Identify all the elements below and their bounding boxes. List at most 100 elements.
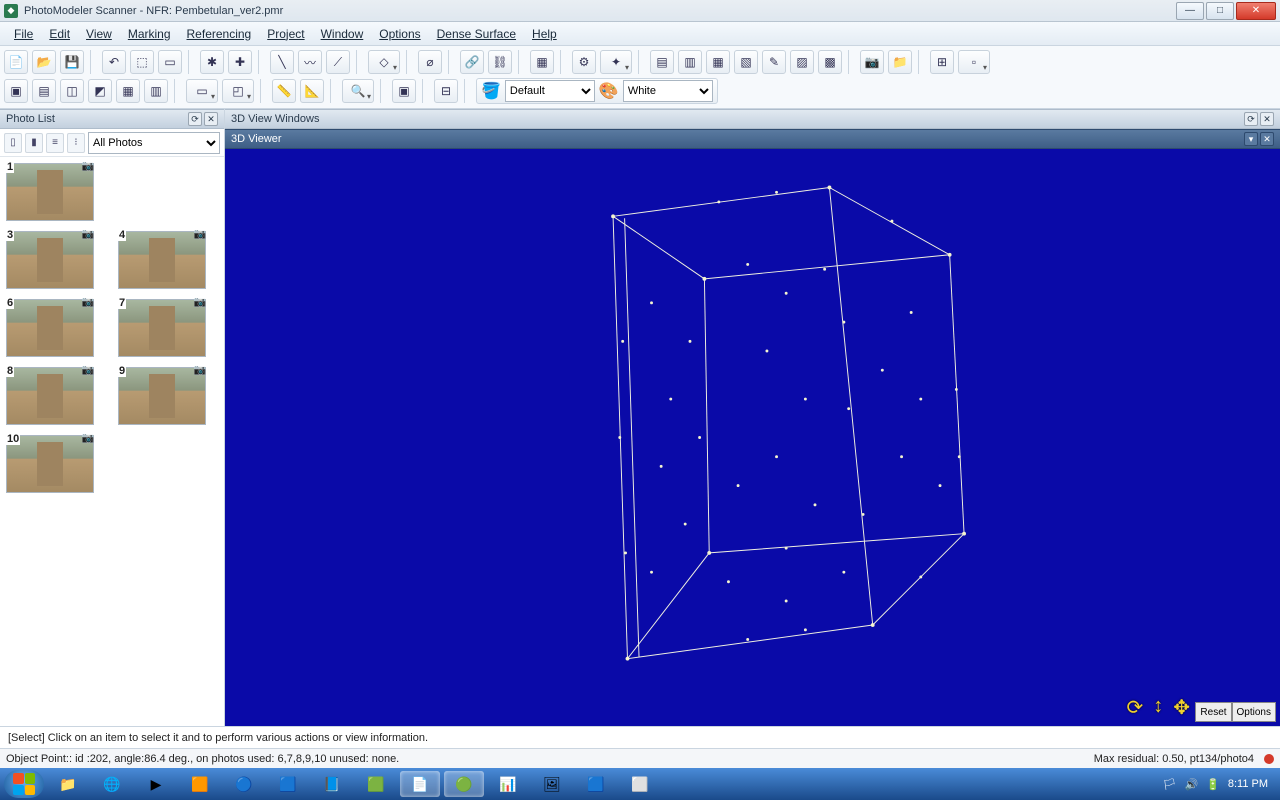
3d-close-icon[interactable]: ✕ (1260, 112, 1274, 126)
thumb-7[interactable]: 7📷 (118, 299, 206, 357)
grid1-icon[interactable]: ▤ (650, 50, 674, 74)
task-app7-icon[interactable]: 🖼 (532, 771, 572, 797)
table-icon[interactable]: ⊞ (930, 50, 954, 74)
ruler-icon[interactable]: 📏 (272, 79, 296, 103)
thumb-small-icon[interactable]: ▯ (4, 133, 22, 153)
grid2-icon[interactable]: ▥ (678, 50, 702, 74)
options-button[interactable]: Options (1232, 702, 1276, 722)
zoom-dropdown-icon[interactable]: 🔍 (342, 79, 374, 103)
start-button[interactable] (4, 770, 44, 798)
thumb-list-icon[interactable]: ≡ (46, 133, 64, 153)
table2-icon[interactable]: ⊟ (434, 79, 458, 103)
grid6-icon[interactable]: ▩ (818, 50, 842, 74)
menu-marking[interactable]: Marking (120, 25, 179, 43)
thumb-4[interactable]: 4📷 (118, 231, 206, 289)
pan-vertical-icon[interactable]: ↕ (1153, 695, 1163, 720)
menu-dense-surface[interactable]: Dense Surface (429, 25, 524, 43)
vis1-icon[interactable]: ▣ (4, 79, 28, 103)
select-icon[interactable]: ⬚ (130, 50, 154, 74)
thumb-large-icon[interactable]: ▮ (25, 133, 43, 153)
task-app5-icon[interactable]: 🟩 (356, 771, 396, 797)
paint-icon[interactable]: 🪣 (481, 81, 501, 101)
thumb-8[interactable]: 8📷 (6, 367, 94, 425)
thumb-detail-icon[interactable]: ⁝ (67, 133, 85, 153)
clock[interactable]: 8:11 PM (1228, 778, 1268, 790)
task-word-icon[interactable]: 📄 (400, 771, 440, 797)
thumb-9[interactable]: 9📷 (118, 367, 206, 425)
menu-window[interactable]: Window (313, 25, 372, 43)
material-select[interactable]: Default (505, 80, 595, 102)
orbit-icon[interactable]: ⟳ (1126, 695, 1143, 720)
unlink-icon[interactable]: ⛓ (488, 50, 512, 74)
panel-pin-icon[interactable]: ⟳ (188, 112, 202, 126)
window-icon[interactable]: ▣ (392, 79, 416, 103)
more-dropdown-icon[interactable]: ▫ (958, 50, 990, 74)
menu-referencing[interactable]: Referencing (179, 25, 260, 43)
3d-max-icon[interactable]: ✕ (1260, 132, 1274, 146)
region-select-icon[interactable]: ▭ (158, 50, 182, 74)
menu-options[interactable]: Options (371, 25, 428, 43)
shape-dropdown-icon[interactable]: ◇ (368, 50, 400, 74)
menu-edit[interactable]: Edit (41, 25, 78, 43)
add-point-icon[interactable]: ✚ (228, 50, 252, 74)
maximize-button[interactable]: □ (1206, 2, 1234, 20)
task-app1-icon[interactable]: 🟧 (180, 771, 220, 797)
line-icon[interactable]: ╲ (270, 50, 294, 74)
thumb-10[interactable]: 10📷 (6, 435, 94, 493)
3d-refresh-icon[interactable]: ⟳ (1244, 112, 1258, 126)
curve-icon[interactable]: 〰 (298, 50, 322, 74)
folder-icon[interactable]: 📁 (888, 50, 912, 74)
surface-icon[interactable]: ▦ (530, 50, 554, 74)
undo-icon[interactable]: ↶ (102, 50, 126, 74)
window-dropdown-icon[interactable]: ◰ (222, 79, 254, 103)
grid5-icon[interactable]: ▨ (790, 50, 814, 74)
minimize-button[interactable]: — (1176, 2, 1204, 20)
vis3-icon[interactable]: ◫ (60, 79, 84, 103)
task-app4-icon[interactable]: 📘 (312, 771, 352, 797)
pencil-icon[interactable]: ✎ (762, 50, 786, 74)
menu-help[interactable]: Help (524, 25, 565, 43)
menu-project[interactable]: Project (259, 25, 312, 43)
task-ie-icon[interactable]: 🌐 (92, 771, 132, 797)
new-icon[interactable]: 📄 (4, 50, 28, 74)
tray-net-icon[interactable]: 🔊 (1184, 778, 1198, 791)
vis2-icon[interactable]: ▤ (32, 79, 56, 103)
menu-file[interactable]: File (6, 25, 41, 43)
task-media-icon[interactable]: ▶ (136, 771, 176, 797)
reset-button[interactable]: Reset (1195, 702, 1231, 722)
color-select[interactable]: White (623, 80, 713, 102)
menu-view[interactable]: View (78, 25, 120, 43)
photo-filter-select[interactable]: All Photos (88, 132, 220, 154)
3d-menu-icon[interactable]: ▾ (1244, 132, 1258, 146)
task-explorer-icon[interactable]: 📁 (48, 771, 88, 797)
task-app2-icon[interactable]: 🔵 (224, 771, 264, 797)
tray-battery-icon[interactable]: 🔋 (1206, 778, 1220, 791)
cylinder-icon[interactable]: ⌀ (418, 50, 442, 74)
task-app8-icon[interactable]: 🟦 (576, 771, 616, 797)
ruler2-icon[interactable]: 📐 (300, 79, 324, 103)
save-icon[interactable]: 💾 (60, 50, 84, 74)
close-button[interactable]: ✕ (1236, 2, 1276, 20)
tray-flag-icon[interactable]: 🏳 (1162, 778, 1176, 791)
task-app9-icon[interactable]: ⬜ (620, 771, 660, 797)
point-mode-icon[interactable]: ✱ (200, 50, 224, 74)
vis5-icon[interactable]: ▦ (116, 79, 140, 103)
thumb-6[interactable]: 6📷 (6, 299, 94, 357)
panel-close-icon[interactable]: ✕ (204, 112, 218, 126)
pan-icon[interactable]: ✥ (1173, 695, 1190, 720)
layout-dropdown-icon[interactable]: ▭ (186, 79, 218, 103)
grid4-icon[interactable]: ▧ (734, 50, 758, 74)
task-photomodeler-icon[interactable]: 🟢 (444, 771, 484, 797)
task-app3-icon[interactable]: 🟦 (268, 771, 308, 797)
palette-icon[interactable]: 🎨 (599, 81, 619, 101)
edge-icon[interactable]: ⟋ (326, 50, 350, 74)
vis6-icon[interactable]: ▥ (144, 79, 168, 103)
vis4-icon[interactable]: ◩ (88, 79, 112, 103)
grid3-icon[interactable]: ▦ (706, 50, 730, 74)
thumb-1[interactable]: 1📷 (6, 163, 94, 221)
open-icon[interactable]: 📂 (32, 50, 56, 74)
camera-icon[interactable]: 📷 (860, 50, 884, 74)
thumb-3[interactable]: 3📷 (6, 231, 94, 289)
task-app6-icon[interactable]: 📊 (488, 771, 528, 797)
3d-viewport[interactable]: ⟳ ↕ ✥ Reset Options (225, 149, 1280, 726)
